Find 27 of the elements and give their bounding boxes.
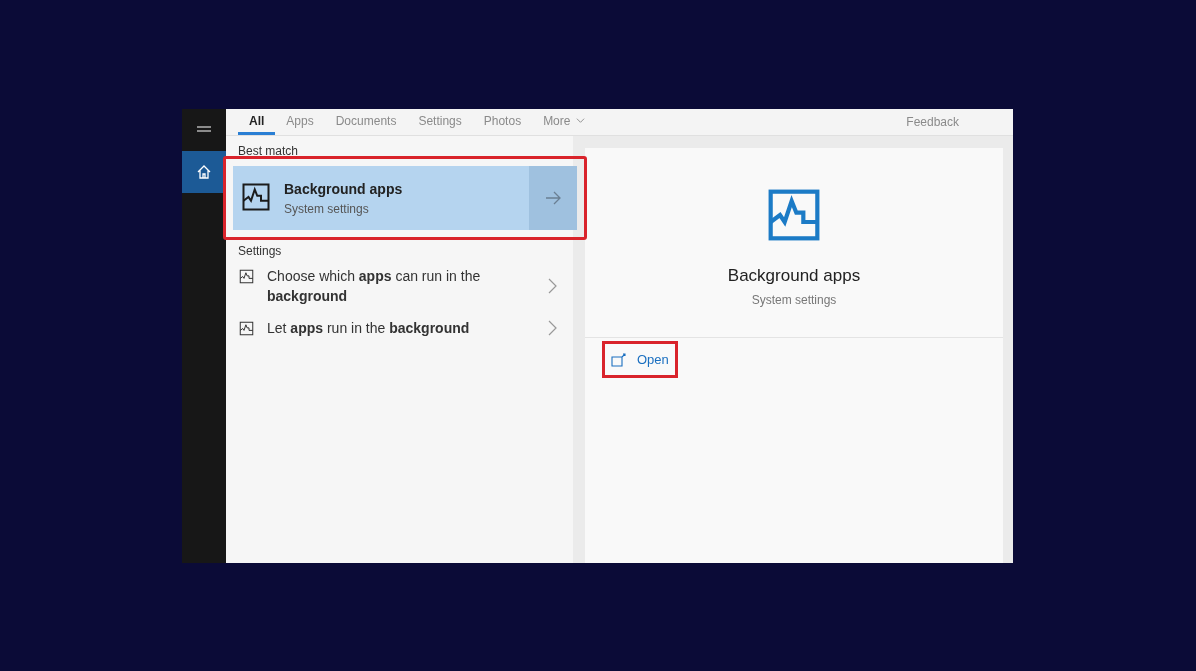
preview-title: Background apps xyxy=(727,266,861,286)
feedback-link[interactable]: Feedback xyxy=(906,115,959,129)
graph-icon xyxy=(239,321,254,336)
section-heading: Best match xyxy=(237,144,300,160)
graph-icon xyxy=(766,187,822,243)
tab[interactable]: More xyxy=(532,109,597,135)
arrow-icon xyxy=(544,189,562,207)
home-button[interactable] xyxy=(182,151,226,193)
section-heading: Settings xyxy=(237,244,283,260)
tab[interactable]: Photos xyxy=(472,109,533,135)
tab[interactable]: Settings xyxy=(407,109,473,135)
graph-icon xyxy=(241,182,271,212)
settings-result[interactable]: Choose which apps can run in the background xyxy=(233,260,573,312)
chevron-icon xyxy=(547,320,557,336)
result-subtitle: System settings xyxy=(284,201,370,216)
graph-icon xyxy=(239,269,254,284)
caret-icon xyxy=(576,116,586,125)
result-title: Background apps xyxy=(284,180,404,197)
tab[interactable]: Apps xyxy=(275,109,325,135)
settings-result[interactable]: Let apps run in the background xyxy=(233,312,573,344)
open-button[interactable]: Open xyxy=(607,346,673,373)
tab[interactable]: Documents xyxy=(324,109,408,135)
open-window-icon xyxy=(611,352,627,367)
best-match-item[interactable]: Background apps System settings xyxy=(233,166,577,230)
home-icon xyxy=(197,165,211,179)
preview-subtitle: System settings xyxy=(751,293,837,307)
chevron-icon xyxy=(547,278,557,294)
